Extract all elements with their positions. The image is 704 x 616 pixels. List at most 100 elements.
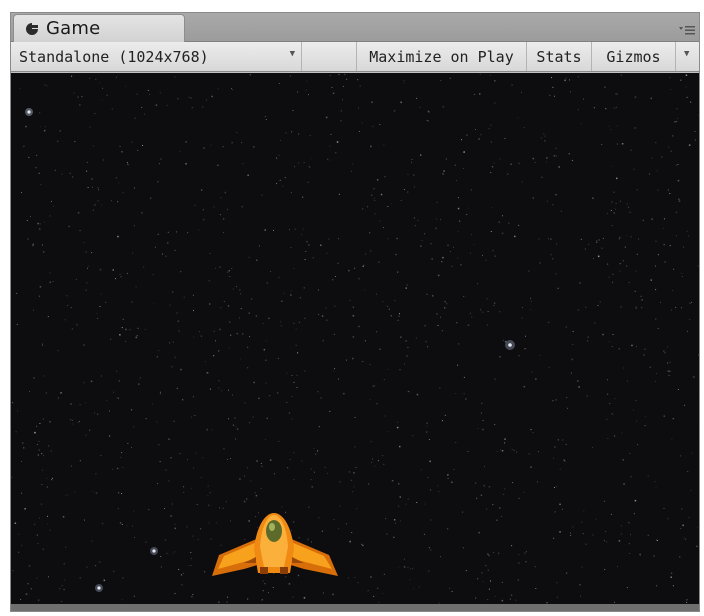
star	[663, 350, 665, 352]
star	[504, 438, 506, 440]
star	[116, 467, 119, 470]
star	[460, 264, 462, 266]
star	[156, 356, 158, 358]
star	[664, 352, 666, 354]
star	[598, 239, 600, 241]
tab-game[interactable]: Game	[13, 14, 185, 42]
panel-menu-icon[interactable]	[679, 23, 695, 37]
star	[499, 311, 501, 313]
star	[192, 535, 194, 537]
star	[344, 73, 346, 75]
star	[177, 320, 180, 322]
star	[580, 123, 582, 125]
star	[358, 107, 360, 109]
star	[329, 75, 331, 77]
star	[499, 158, 501, 160]
star	[608, 341, 610, 342]
star	[109, 410, 110, 412]
gizmos-toggle[interactable]: Gizmos	[592, 42, 676, 71]
star	[191, 107, 193, 109]
star	[112, 468, 114, 470]
star	[296, 374, 298, 376]
star	[386, 533, 388, 535]
star	[211, 95, 213, 98]
star	[353, 486, 355, 488]
game-viewport[interactable]	[11, 73, 699, 605]
star	[37, 222, 39, 225]
star	[686, 601, 688, 603]
star	[286, 372, 288, 374]
star	[544, 140, 546, 142]
star	[291, 396, 293, 397]
star	[131, 447, 132, 448]
star	[352, 163, 354, 165]
star	[100, 293, 102, 295]
star	[496, 451, 498, 452]
star	[459, 220, 461, 222]
star	[208, 522, 210, 524]
star	[607, 437, 609, 439]
star	[132, 525, 133, 527]
star	[656, 539, 658, 541]
star	[620, 533, 623, 535]
star	[253, 146, 255, 148]
star	[194, 415, 196, 417]
star	[134, 537, 135, 538]
star	[228, 347, 230, 349]
star	[430, 243, 432, 245]
star	[215, 267, 216, 269]
star	[115, 177, 117, 179]
star	[680, 273, 682, 274]
star	[41, 484, 43, 485]
star	[106, 399, 108, 401]
star	[530, 429, 532, 431]
star	[614, 398, 616, 400]
star	[302, 228, 304, 230]
star	[463, 295, 465, 297]
star	[38, 449, 41, 451]
star	[110, 200, 112, 202]
star	[372, 385, 374, 387]
star	[675, 306, 677, 308]
star	[681, 307, 682, 309]
star	[89, 429, 91, 431]
star	[143, 266, 145, 268]
star	[174, 551, 176, 553]
star	[231, 141, 233, 144]
star	[537, 481, 538, 483]
star	[685, 86, 687, 88]
ship-engine-right	[280, 567, 288, 574]
star	[232, 394, 233, 396]
star	[83, 344, 85, 346]
star	[45, 392, 47, 394]
star	[383, 463, 385, 465]
star	[562, 508, 563, 510]
aspect-ratio-dropdown[interactable]: Standalone (1024x768) ▼	[11, 42, 302, 71]
star	[688, 517, 690, 519]
star	[255, 315, 257, 317]
star	[38, 599, 40, 601]
ship-engine-left	[260, 567, 268, 574]
star	[116, 370, 118, 372]
maximize-on-play-toggle[interactable]: Maximize on Play	[357, 42, 527, 71]
star	[570, 532, 571, 534]
star	[651, 157, 653, 159]
stats-toggle[interactable]: Stats	[527, 42, 592, 71]
star	[329, 410, 331, 412]
star	[333, 518, 335, 520]
star	[213, 206, 215, 208]
star	[572, 359, 574, 361]
star	[593, 107, 595, 109]
star	[562, 439, 564, 441]
star	[439, 387, 441, 389]
star	[686, 230, 688, 232]
star	[572, 331, 574, 332]
star	[231, 268, 233, 269]
star	[61, 585, 63, 587]
gizmos-dropdown[interactable]: ▼	[676, 42, 700, 71]
star	[403, 558, 405, 560]
star	[595, 518, 597, 520]
star	[133, 426, 135, 428]
star	[517, 117, 519, 119]
star	[512, 482, 514, 484]
